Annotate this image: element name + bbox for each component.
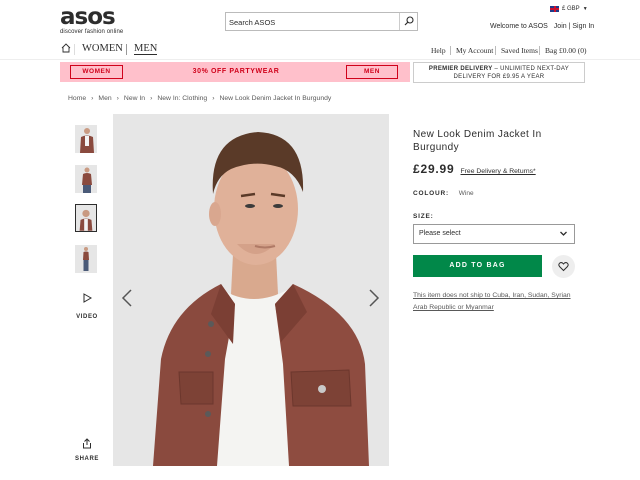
breadcrumb-new-in-clothing[interactable]: New In: Clothing bbox=[157, 95, 207, 102]
promo-banner: WOMEN 30% OFF PARTYWEAR MEN bbox=[60, 62, 410, 82]
nav-women[interactable]: WOMEN bbox=[82, 43, 123, 54]
nav-divider bbox=[74, 44, 75, 55]
logo-wordmark: asos bbox=[60, 4, 116, 30]
shipping-restriction-note[interactable]: This item does not ship to Cuba, Iran, S… bbox=[413, 290, 583, 314]
product-price: £29.99 bbox=[413, 162, 455, 176]
caret-down-icon: ▼ bbox=[582, 6, 588, 12]
size-dropdown[interactable]: Please select bbox=[413, 224, 575, 244]
price-row: £29.99 Free Delivery & Returns* bbox=[413, 162, 588, 176]
video-button[interactable]: VIDEO bbox=[74, 290, 100, 320]
breadcrumb-separator: › bbox=[212, 95, 215, 102]
search-bar bbox=[225, 12, 418, 31]
model-photo bbox=[113, 114, 389, 466]
size-label: SIZE: bbox=[413, 213, 434, 220]
asos-logo[interactable]: asos discover fashion online bbox=[60, 4, 130, 36]
join-link[interactable]: Join bbox=[554, 23, 567, 30]
delivery-line-2: DELIVERY FOR £9.95 A YEAR bbox=[453, 74, 545, 80]
product-title: New Look Denim Jacket In Burgundy bbox=[413, 129, 542, 153]
breadcrumb-separator: › bbox=[91, 95, 94, 102]
product-details: New Look Denim Jacket In Burgundy £29.99… bbox=[413, 128, 588, 176]
colour-label: COLOUR: bbox=[413, 190, 449, 197]
product-main-image[interactable] bbox=[113, 114, 389, 466]
thumbnail-3[interactable] bbox=[75, 204, 97, 232]
bag-link[interactable]: Bag £0.00 (0) bbox=[545, 46, 586, 55]
welcome-text: Welcome to ASOS bbox=[490, 23, 548, 30]
account-separator: | bbox=[568, 23, 571, 30]
site-header: asos discover fashion online £ GBP ▼ Wel… bbox=[0, 0, 640, 40]
breadcrumb-current: New Look Denim Jacket In Burgundy bbox=[219, 95, 332, 102]
signin-link[interactable]: Sign In bbox=[572, 23, 594, 30]
logo-tagline: discover fashion online bbox=[60, 29, 124, 35]
breadcrumb-separator: › bbox=[150, 95, 153, 102]
colour-value: Wine bbox=[458, 190, 474, 197]
nav-men[interactable]: MEN bbox=[134, 43, 158, 55]
free-delivery-link[interactable]: Free Delivery & Returns* bbox=[461, 168, 536, 175]
chevron-down-icon bbox=[560, 231, 567, 236]
promo-text[interactable]: 30% OFF PARTYWEAR bbox=[130, 68, 342, 75]
util-divider bbox=[450, 46, 451, 55]
nav-men-label: MEN bbox=[134, 43, 158, 55]
currency-label: £ GBP bbox=[562, 6, 580, 12]
thumbnail-1[interactable] bbox=[75, 125, 97, 153]
my-account-link[interactable]: My Account bbox=[456, 46, 493, 55]
share-icon bbox=[83, 438, 91, 449]
premier-delivery-banner[interactable]: PREMIER DELIVERY – UNLIMITED NEXT-DAY DE… bbox=[413, 62, 585, 83]
account-links: Welcome to ASOS Join | Sign In bbox=[490, 23, 594, 30]
saved-items-link[interactable]: Saved Items bbox=[501, 46, 538, 55]
gender-divider bbox=[126, 44, 127, 55]
uk-flag-icon bbox=[550, 6, 559, 12]
thumbnail-4[interactable] bbox=[75, 245, 97, 273]
breadcrumb-separator: › bbox=[116, 95, 119, 102]
breadcrumb-men[interactable]: Men bbox=[98, 95, 111, 102]
main-nav: WOMEN MEN Help My Account Saved Items Ba… bbox=[0, 40, 640, 60]
colour-row: COLOUR: Wine bbox=[413, 190, 474, 197]
promo-men-button[interactable]: MEN bbox=[346, 65, 398, 79]
promo-women-button[interactable]: WOMEN bbox=[70, 65, 123, 79]
size-selected-value: Please select bbox=[419, 230, 461, 237]
search-button[interactable] bbox=[399, 13, 417, 30]
breadcrumb-new-in[interactable]: New In bbox=[124, 95, 145, 102]
share-label: SHARE bbox=[74, 456, 99, 462]
heart-icon bbox=[558, 262, 569, 272]
video-label: VIDEO bbox=[76, 314, 98, 320]
help-link[interactable]: Help bbox=[431, 46, 446, 55]
home-icon[interactable] bbox=[61, 43, 71, 53]
delivery-bold: PREMIER DELIVERY bbox=[428, 66, 493, 72]
breadcrumb: Home › Men › New In › New In: Clothing › New Loo… bbox=[68, 95, 331, 102]
thumbnail-2[interactable] bbox=[75, 165, 97, 193]
util-divider bbox=[495, 46, 496, 55]
breadcrumb-home[interactable]: Home bbox=[68, 95, 86, 102]
save-for-later-button[interactable] bbox=[552, 255, 575, 278]
delivery-rest: – UNLIMITED NEXT-DAY bbox=[492, 66, 570, 72]
search-input[interactable] bbox=[229, 15, 394, 29]
delivery-line-1: PREMIER DELIVERY – UNLIMITED NEXT-DAY bbox=[414, 65, 584, 73]
add-to-bag-button[interactable]: ADD TO BAG bbox=[413, 255, 542, 277]
play-icon bbox=[83, 293, 93, 303]
util-divider bbox=[539, 46, 540, 55]
share-button[interactable]: SHARE bbox=[74, 436, 100, 462]
next-image-arrow-icon[interactable] bbox=[368, 289, 380, 307]
currency-selector[interactable]: £ GBP ▼ bbox=[550, 6, 588, 12]
search-icon bbox=[404, 16, 414, 26]
previous-image-arrow-icon[interactable] bbox=[121, 289, 133, 307]
